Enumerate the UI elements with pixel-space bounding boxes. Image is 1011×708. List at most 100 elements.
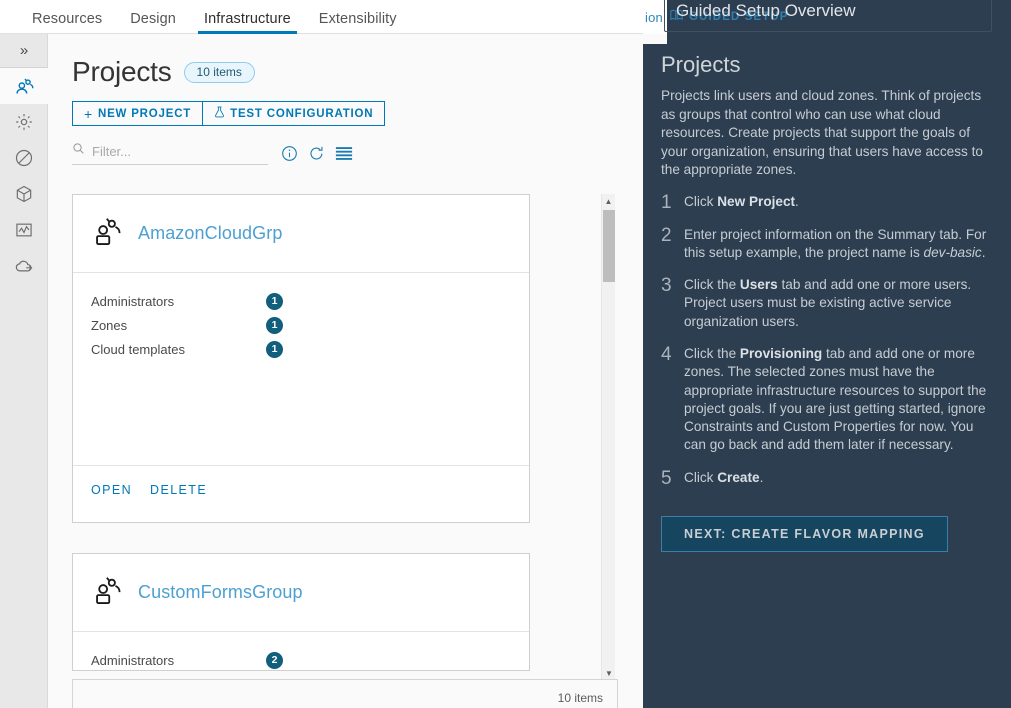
search-input[interactable] — [92, 143, 252, 159]
step-item: 2 Enter project information on the Summa… — [661, 226, 997, 263]
projects-users-icon — [14, 76, 35, 97]
project-card[interactable]: AmazonCloudGrp Administrators 1 Zones 1 … — [72, 194, 530, 523]
step-number: 3 — [661, 275, 672, 297]
tab-infrastructure[interactable]: Infrastructure — [190, 12, 305, 34]
title-row: Projects 10 items — [72, 56, 648, 88]
detail-row: Administrators 2 — [91, 648, 511, 672]
main-content-area: Projects 10 items + NEW PROJECT TEST CON… — [48, 34, 648, 708]
list-view-icon[interactable] — [335, 146, 353, 161]
detail-label: Administrators — [91, 652, 175, 668]
flask-icon — [214, 106, 225, 121]
filter-field-wrapper[interactable] — [72, 142, 268, 165]
detail-row: Zones 1 — [91, 313, 511, 337]
action-button-group: + NEW PROJECT TEST CONFIGURATION — [72, 101, 648, 126]
step-number: 4 — [661, 343, 672, 365]
step-item: 3 Click the Users tab and add one or mor… — [661, 276, 997, 331]
vertical-scrollbar[interactable]: ▲ ▼ — [601, 194, 615, 680]
scroll-down-arrow[interactable]: ▼ — [602, 666, 616, 680]
tab-extensibility[interactable]: Extensibility — [305, 12, 411, 34]
detail-count-badge: 2 — [266, 651, 283, 669]
guided-setup-overlay-title: Guided Setup Overview — [676, 1, 856, 20]
project-card-body: Administrators 2 — [73, 632, 529, 670]
page-header: Projects 10 items + NEW PROJECT TEST CON… — [48, 34, 648, 165]
project-card-title[interactable]: CustomFormsGroup — [138, 582, 303, 603]
item-count-badge: 10 items — [183, 61, 255, 83]
guided-setup-intro: Projects link users and cloud zones. Thi… — [661, 88, 983, 177]
rail-item-resources[interactable] — [0, 176, 48, 212]
detail-count-badge: 1 — [266, 340, 283, 358]
tab-label: Design — [130, 11, 176, 27]
guided-setup-steps: 1 Click New Project. 2 Enter project inf… — [661, 193, 997, 488]
guided-setup-panel: ion GUIDED SETUP Guided Setup Overview P… — [643, 0, 1011, 708]
tab-resources[interactable]: Resources — [18, 12, 116, 34]
project-card-header: CustomFormsGroup — [73, 554, 529, 632]
cube-icon — [14, 184, 34, 204]
expand-sidebar-button[interactable]: » — [0, 34, 48, 68]
test-configuration-label: TEST CONFIGURATION — [230, 107, 374, 120]
rail-item-settings[interactable] — [0, 104, 48, 140]
step-number: 1 — [661, 191, 672, 213]
rail-item-policies[interactable] — [0, 140, 48, 176]
detail-count-badge: 1 — [266, 316, 283, 334]
tab-design[interactable]: Design — [116, 12, 190, 34]
step-item: 1 Click New Project. — [661, 193, 997, 212]
step-text: Enter project information on the Summary… — [684, 226, 987, 260]
step-text: Click New Project. — [684, 193, 799, 209]
delete-link[interactable]: DELETE — [150, 483, 207, 505]
rail-item-activity[interactable] — [0, 212, 48, 248]
filter-toolbar — [72, 142, 648, 165]
step-text: Click Create. — [684, 469, 764, 485]
detail-label: Cloud templates — [91, 341, 185, 357]
tab-label: Infrastructure — [203, 11, 291, 27]
gear-icon — [14, 112, 34, 132]
scroll-up-arrow[interactable]: ▲ — [602, 194, 615, 208]
card-scroll-container: AmazonCloudGrp Administrators 1 Zones 1 … — [72, 194, 617, 671]
rail-item-onboarding[interactable] — [0, 248, 48, 284]
cloud-import-icon — [14, 256, 35, 277]
new-project-button[interactable]: + NEW PROJECT — [72, 101, 204, 126]
project-card-body: Administrators 1 Zones 1 Cloud templates… — [73, 273, 529, 465]
step-text: Click the Users tab and add one or more … — [684, 277, 972, 329]
project-card-list: AmazonCloudGrp Administrators 1 Zones 1 … — [72, 194, 642, 679]
detail-row: Administrators 1 — [91, 289, 511, 313]
no-entry-icon — [14, 148, 34, 168]
detail-label: Zones — [91, 317, 128, 333]
search-icon — [72, 142, 85, 160]
guided-setup-body: Projects Projects link users and cloud z… — [661, 52, 997, 552]
panel-top-left-gap-2 — [643, 34, 667, 44]
group-users-icon — [91, 217, 124, 251]
next-create-flavor-mapping-button[interactable]: NEXT: CREATE FLAVOR MAPPING — [661, 515, 948, 552]
rail-item-projects[interactable] — [0, 68, 48, 104]
project-card-header: AmazonCloudGrp — [73, 195, 529, 273]
open-link[interactable]: OPEN — [91, 483, 132, 505]
application-window: Resources Design Infrastructure Extensib… — [0, 0, 1011, 708]
items-count-label: 10 items — [557, 691, 603, 705]
clipped-tab-text: ion — [645, 10, 663, 25]
page-title: Projects — [72, 56, 172, 87]
guided-setup-heading: Projects — [661, 52, 741, 77]
new-project-label: NEW PROJECT — [97, 107, 192, 120]
toolbar-icons — [281, 145, 353, 162]
activity-chart-icon — [14, 220, 34, 240]
detail-row: Cloud templates 1 — [91, 337, 511, 361]
next-button-label: NEXT: CREATE FLAVOR MAPPING — [684, 526, 925, 541]
step-item: 5 Click Create. — [661, 469, 997, 488]
test-configuration-button[interactable]: TEST CONFIGURATION — [202, 101, 386, 126]
left-icon-rail: » — [0, 34, 48, 708]
project-card[interactable]: CustomFormsGroup Administrators 2 — [72, 553, 530, 671]
info-circle-icon[interactable] — [281, 145, 298, 162]
step-number: 5 — [661, 467, 672, 489]
items-count-bar: 10 items — [72, 679, 618, 708]
project-card-title[interactable]: AmazonCloudGrp — [138, 223, 282, 244]
detail-count-badge: 1 — [266, 292, 283, 310]
plus-icon: + — [84, 105, 93, 122]
group-users-icon — [91, 576, 124, 610]
detail-label: Administrators — [91, 293, 175, 309]
refresh-icon[interactable] — [308, 145, 325, 162]
step-number: 2 — [661, 224, 672, 246]
tab-label: Extensibility — [318, 11, 397, 27]
project-card-footer: OPEN DELETE — [73, 465, 529, 522]
scrollbar-thumb[interactable] — [603, 210, 615, 282]
double-chevron-right-icon: » — [19, 42, 29, 59]
step-item: 4 Click the Provisioning tab and add one… — [661, 345, 997, 455]
